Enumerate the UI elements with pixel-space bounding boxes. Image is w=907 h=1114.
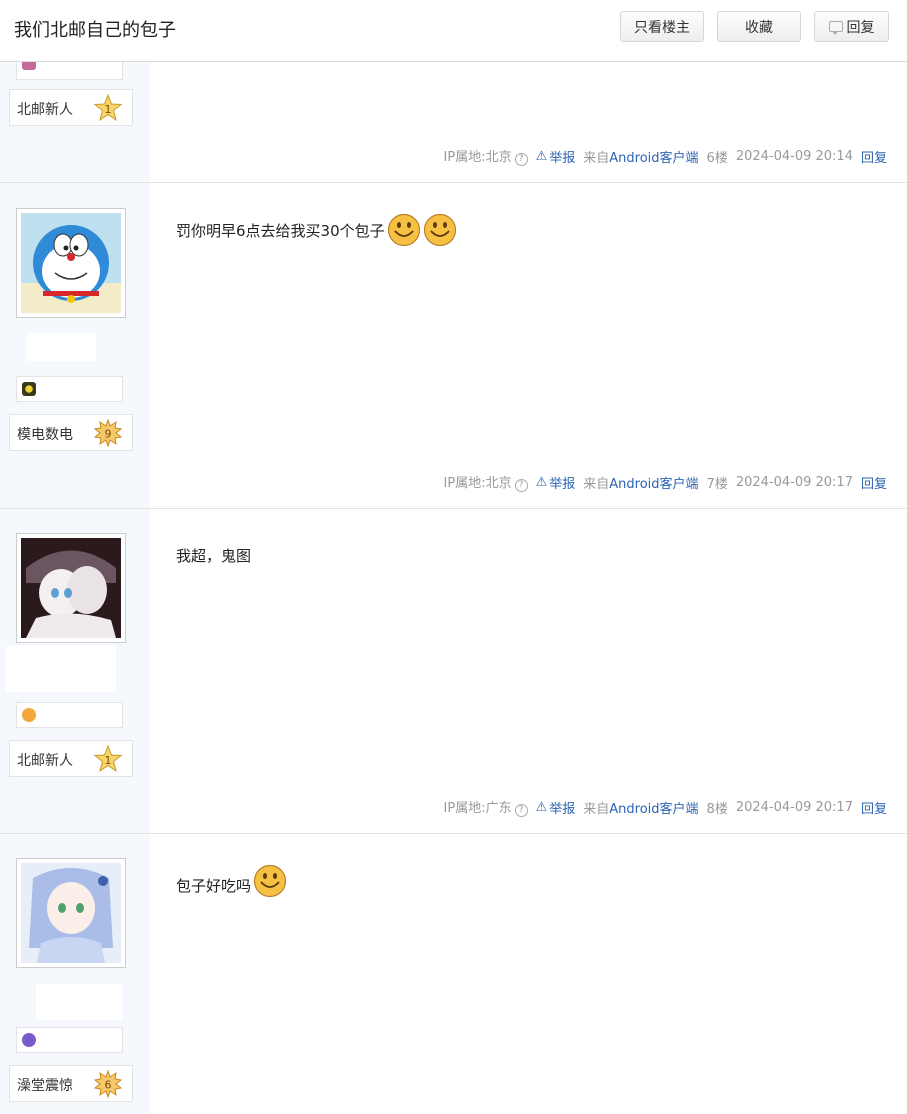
comment-bubble-icon — [828, 21, 843, 35]
author-sidebar: 澡堂震惊 6 — [0, 834, 150, 1114]
user-avatar[interactable] — [16, 858, 126, 968]
ip-location: IP属地:北京? — [444, 146, 528, 166]
level-box: 北邮新人 1 — [9, 740, 133, 777]
badge-box — [16, 702, 123, 728]
level-name: 北邮新人 — [17, 102, 73, 118]
report-link[interactable]: ⚠ 举报 — [536, 147, 576, 166]
level-name: 模电数电 — [17, 427, 73, 443]
client-source: 来自Android客户端 — [583, 801, 699, 817]
client-link[interactable]: Android客户端 — [609, 802, 698, 817]
author-sidebar: 模电数电 9 — [0, 183, 150, 508]
level-name: 北邮新人 — [17, 753, 73, 769]
post-floor-6: 北邮新人 1 IP属地:北京? ⚠ 举报 来自Android客户端 6楼 2024… — [0, 54, 907, 183]
level-box: 模电数电 9 — [9, 414, 133, 451]
level-star-icon: 6 — [94, 1070, 122, 1098]
reply-button-label: 回复 — [846, 19, 875, 36]
report-link[interactable]: ⚠ 举报 — [536, 473, 576, 492]
user-avatar[interactable] — [16, 533, 126, 643]
only-op-button[interactable]: 只看楼主 — [620, 11, 704, 42]
warning-icon: ⚠ — [535, 799, 548, 815]
reply-button[interactable]: 回复 — [814, 11, 889, 42]
level-number: 1 — [105, 754, 112, 767]
client-source: 来自Android客户端 — [583, 476, 699, 492]
help-icon[interactable]: ? — [514, 804, 528, 817]
favorite-button[interactable]: 收藏 — [717, 11, 801, 42]
post-floor-7: 模电数电 9 罚你明早6点去给我买30个包子 IP属地:北京? ⚠ 举报 来自An… — [0, 183, 907, 509]
floor-number: 6楼 — [706, 150, 728, 166]
badge-box — [16, 1027, 123, 1053]
smiley-emoji-icon — [423, 213, 456, 247]
smiley-emoji-icon — [253, 864, 287, 898]
level-star-icon: 9 — [94, 419, 122, 447]
reply-link[interactable]: 回复 — [861, 147, 887, 166]
level-star-icon: 1 — [94, 94, 122, 122]
heart-badge-icon — [22, 708, 36, 722]
smiley-emoji-icon — [387, 213, 420, 247]
post-time: 2024-04-09 20:17 — [735, 474, 853, 490]
level-box: 澡堂震惊 6 — [9, 1065, 133, 1102]
thread-title: 我们北邮自己的包子 — [14, 20, 176, 41]
post-time: 2024-04-09 20:14 — [735, 148, 853, 164]
post-meta: IP属地:北京? ⚠ 举报 来自Android客户端 7楼 2024-04-09 … — [444, 472, 887, 492]
post-text: 罚你明早6点去给我买30个包子 — [176, 222, 385, 240]
ip-location: IP属地:广东? — [444, 797, 528, 817]
level-number: 9 — [105, 428, 112, 441]
post-content: 包子好吃吗 — [176, 864, 287, 898]
user-avatar[interactable] — [16, 208, 126, 318]
floor-number: 8楼 — [706, 801, 728, 817]
thread-header: 我们北邮自己的包子 只看楼主 收藏 回复 — [0, 0, 907, 62]
avatar-image — [21, 538, 121, 638]
floor-number: 7楼 — [706, 476, 728, 492]
avatar-image — [21, 863, 121, 963]
client-link[interactable]: Android客户端 — [609, 477, 698, 492]
warning-icon: ⚠ — [535, 148, 548, 164]
post-meta: IP属地:北京? ⚠ 举报 来自Android客户端 6楼 2024-04-09 … — [444, 146, 887, 166]
post-floor-8: 北邮新人 1 我超，鬼图 IP属地:广东? ⚠ 举报 来自Android客户端 8… — [0, 509, 907, 834]
level-box: 北邮新人 1 — [9, 89, 133, 126]
author-sidebar: 北邮新人 1 — [0, 509, 150, 833]
post-content: 我超，鬼图 — [176, 545, 251, 566]
reply-link[interactable]: 回复 — [861, 798, 887, 817]
ip-location: IP属地:北京? — [444, 472, 528, 492]
level-number: 6 — [105, 1079, 112, 1092]
username-box[interactable] — [36, 984, 122, 1020]
username-box[interactable] — [26, 333, 96, 361]
reply-link[interactable]: 回复 — [861, 473, 887, 492]
author-sidebar: 北邮新人 1 — [0, 54, 150, 182]
post-meta: IP属地:广东? ⚠ 举报 来自Android客户端 8楼 2024-04-09 … — [444, 797, 887, 817]
level-number: 1 — [105, 103, 112, 116]
report-link[interactable]: ⚠ 举报 — [536, 798, 576, 817]
badge-icon — [22, 1033, 36, 1047]
level-name: 澡堂震惊 — [17, 1078, 73, 1094]
warning-icon: ⚠ — [535, 474, 548, 490]
post-text: 包子好吃吗 — [176, 877, 252, 895]
help-icon[interactable]: ? — [514, 479, 528, 492]
username-box[interactable] — [6, 646, 116, 692]
post-time: 2024-04-09 20:17 — [735, 799, 853, 815]
badge-icon — [22, 382, 36, 396]
client-link[interactable]: Android客户端 — [609, 151, 698, 166]
help-icon[interactable]: ? — [514, 153, 528, 166]
post-content: 罚你明早6点去给我买30个包子 — [176, 213, 457, 247]
level-star-icon: 1 — [94, 745, 122, 773]
avatar-image — [21, 213, 121, 313]
post-floor-9: 澡堂震惊 6 包子好吃吗 — [0, 834, 907, 1114]
post-text: 我超，鬼图 — [176, 547, 252, 565]
client-source: 来自Android客户端 — [583, 150, 699, 166]
badge-box — [16, 376, 123, 402]
